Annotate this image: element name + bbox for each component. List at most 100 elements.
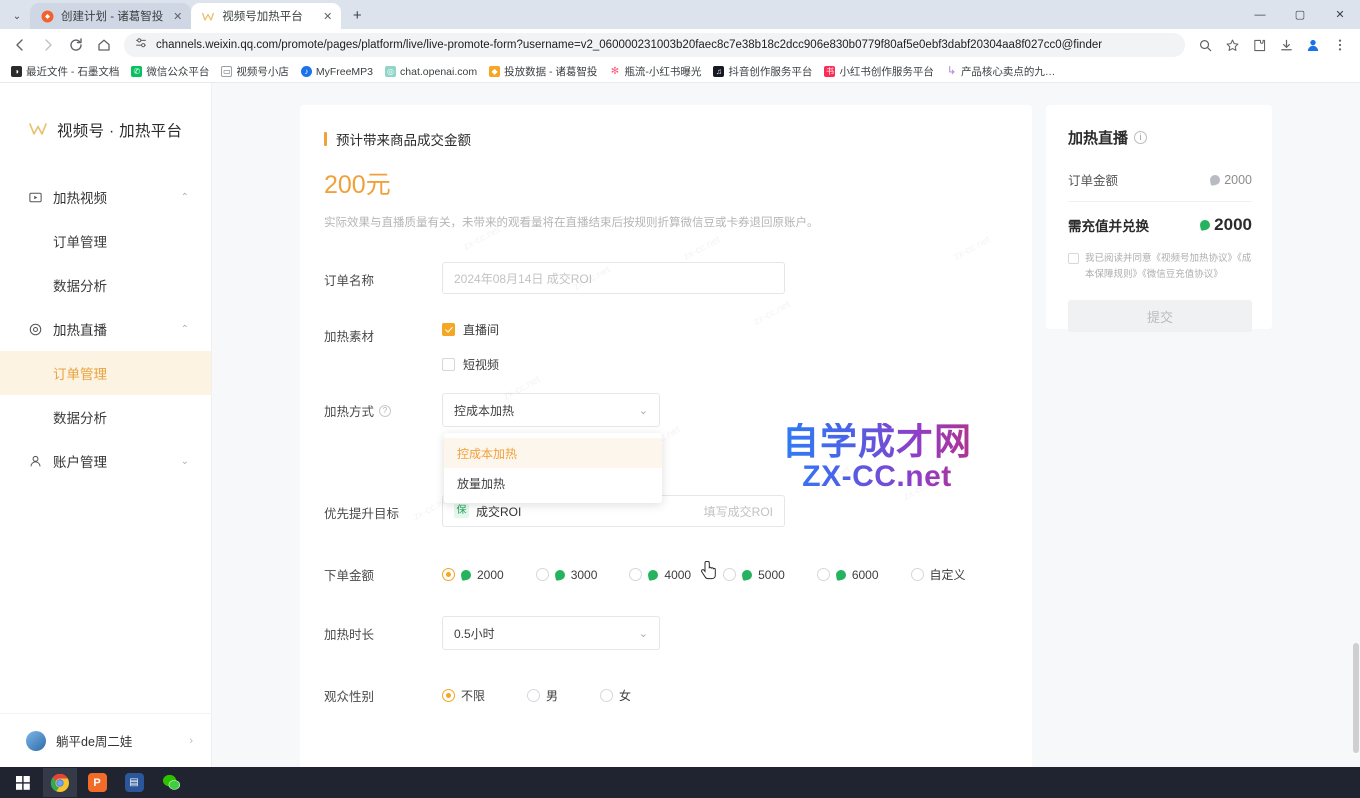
order-name-input[interactable]: 2024年08月14日 成交ROI (442, 262, 785, 294)
agreement-row[interactable]: 我已阅读并同意《视频号加热协议》《成本保障规则》《微信豆充值协议》 (1068, 251, 1252, 282)
profile-icon[interactable] (1300, 32, 1326, 58)
address-bar[interactable]: channels.weixin.qq.com/promote/pages/pla… (124, 33, 1185, 57)
close-icon[interactable]: ✕ (320, 9, 335, 24)
bookmark-favicon: ✆ (131, 66, 142, 77)
radio-icon[interactable] (527, 689, 540, 702)
wechat-taskbar-icon[interactable] (154, 768, 188, 797)
reload-icon[interactable] (63, 32, 89, 58)
bookmark-item[interactable]: ♫抖音创作服务平台 (708, 62, 817, 81)
material-option-live[interactable]: 直播间 (442, 318, 1002, 340)
order-amount-option-label: 3000 (571, 568, 598, 582)
minimize-button[interactable]: — (1240, 0, 1280, 29)
promote-form-card: 预计带来商品成交金额 200元 实际效果与直播质量有关，未带来的观看量将在直播结… (300, 105, 1032, 767)
radio-icon[interactable] (442, 568, 455, 581)
gender-option-female[interactable]: 女 (600, 687, 631, 704)
radio-icon[interactable] (629, 568, 642, 581)
order-amount-option-custom[interactable]: 自定义 (911, 566, 966, 583)
zoom-icon[interactable] (1192, 32, 1218, 58)
browser-tab-1[interactable]: 创建计划 - 诸葛智投 ✕ (30, 3, 191, 29)
radio-icon[interactable] (442, 689, 455, 702)
sidebar-user[interactable]: 躺平de周二娃 › (0, 713, 211, 767)
wechat-bean-icon (647, 569, 659, 581)
page-scrollbar[interactable] (1352, 83, 1360, 767)
order-amount-option-5000[interactable]: 5000 (723, 568, 785, 582)
summary-recharge-row: 需充值并兑换 2000 (1068, 215, 1252, 235)
bookmark-star-icon[interactable] (1219, 32, 1245, 58)
checkbox-icon[interactable] (442, 323, 455, 336)
maximize-button[interactable]: ▢ (1280, 0, 1320, 29)
sidebar-item-live-analytics[interactable]: 数据分析 (0, 395, 211, 439)
order-amount-option-6000[interactable]: 6000 (817, 568, 879, 582)
scrollbar-thumb[interactable] (1353, 643, 1359, 753)
close-icon[interactable]: ✕ (170, 9, 185, 24)
dropdown-option-cost-control[interactable]: 控成本加热 (444, 438, 662, 468)
bookmark-item[interactable]: ✆微信公众平台 (126, 62, 214, 81)
pdf-taskbar-icon[interactable]: P (80, 768, 114, 797)
boost-method-dropdown: 控成本加热 放量加热 (444, 433, 662, 503)
tab-search-chevron-icon[interactable]: ⌄ (4, 4, 30, 28)
summary-order-amount-value-wrap: 2000 (1210, 173, 1252, 187)
sidebar-group-label: 加热视频 (53, 187, 107, 207)
help-icon[interactable]: ? (379, 405, 391, 417)
boost-method-select[interactable]: 控成本加热 ⌄ (442, 393, 660, 427)
bookmark-favicon: ▭ (221, 66, 232, 77)
bookmark-item[interactable]: ✻瓶流-小红书曝光 (604, 62, 706, 81)
start-button[interactable] (6, 768, 40, 797)
live-icon (28, 322, 43, 337)
bookmark-item[interactable]: ◑最近文件 - 石墨文档 (6, 62, 124, 81)
radio-icon[interactable] (536, 568, 549, 581)
form-row-order-amount: 下单金额 2000 3000 (324, 561, 1002, 584)
sidebar-item-video-orders[interactable]: 订单管理 (0, 219, 211, 263)
office-taskbar-icon[interactable]: ▤ (117, 768, 151, 797)
bookmark-item[interactable]: ↳产品核心卖点的九… (941, 62, 1061, 81)
sidebar-group-live[interactable]: 加热直播 ⌃ (0, 307, 211, 351)
close-window-button[interactable]: ✕ (1320, 0, 1360, 29)
material-option-label: 短视频 (463, 356, 499, 373)
submit-button[interactable]: 提交 (1068, 300, 1252, 332)
radio-icon[interactable] (817, 568, 830, 581)
radio-icon[interactable] (600, 689, 613, 702)
sidebar-item-live-orders[interactable]: 订单管理 (0, 351, 211, 395)
new-tab-button[interactable]: + (344, 2, 370, 28)
sidebar-group-video[interactable]: 加热视频 ⌃ (0, 175, 211, 219)
sidebar-group-account[interactable]: 账户管理 ⌄ (0, 439, 211, 483)
brand-label: 视频号 · 加热平台 (57, 119, 182, 141)
gender-option-any[interactable]: 不限 (442, 687, 485, 704)
checkbox-icon[interactable] (442, 358, 455, 371)
bookmark-item[interactable]: ◆投放数据 - 诸葛智投 (484, 62, 602, 81)
gender-option-male[interactable]: 男 (527, 687, 558, 704)
bookmark-label: MyFreeMP3 (316, 66, 373, 78)
site-settings-icon[interactable] (134, 36, 148, 55)
bookmark-label: 视频号小店 (236, 64, 289, 79)
browser-tab-2[interactable]: 视频号加热平台 ✕ (191, 3, 341, 29)
agreement-checkbox-icon[interactable] (1068, 253, 1079, 264)
forward-icon[interactable] (35, 32, 61, 58)
window-controls: — ▢ ✕ (1240, 0, 1360, 29)
bookmark-item[interactable]: ♪MyFreeMP3 (296, 64, 378, 80)
duration-label: 加热时长 (324, 616, 442, 643)
dropdown-option-volume[interactable]: 放量加热 (444, 468, 662, 498)
order-amount-option-4000[interactable]: 4000 (629, 568, 691, 582)
duration-select[interactable]: 0.5小时 ⌄ (442, 616, 660, 650)
chevron-up-icon: ⌃ (181, 324, 189, 335)
downloads-icon[interactable] (1273, 32, 1299, 58)
radio-icon[interactable] (911, 568, 924, 581)
back-icon[interactable] (7, 32, 33, 58)
summary-order-amount-label: 订单金额 (1068, 170, 1118, 189)
material-option-shortvideo[interactable]: 短视频 (442, 353, 1002, 375)
bookmark-favicon: ✻ (609, 66, 620, 77)
material-option-label: 直播间 (463, 321, 499, 338)
chrome-menu-icon[interactable] (1327, 32, 1353, 58)
order-amount-option-3000[interactable]: 3000 (536, 568, 598, 582)
extensions-icon[interactable] (1246, 32, 1272, 58)
info-icon[interactable]: i (1134, 131, 1147, 144)
bookmark-item[interactable]: ▭ 视频号小店 (216, 62, 294, 81)
bookmark-item[interactable]: 书小红书创作服务平台 (819, 62, 939, 81)
bookmark-item[interactable]: ◎chat.openai.com (380, 64, 482, 80)
home-icon[interactable] (91, 32, 117, 58)
sidebar-item-video-analytics[interactable]: 数据分析 (0, 263, 211, 307)
chevron-down-icon: ⌄ (181, 456, 189, 467)
radio-icon[interactable] (723, 568, 736, 581)
chrome-taskbar-icon[interactable] (43, 768, 77, 797)
order-amount-option-2000[interactable]: 2000 (442, 568, 504, 582)
